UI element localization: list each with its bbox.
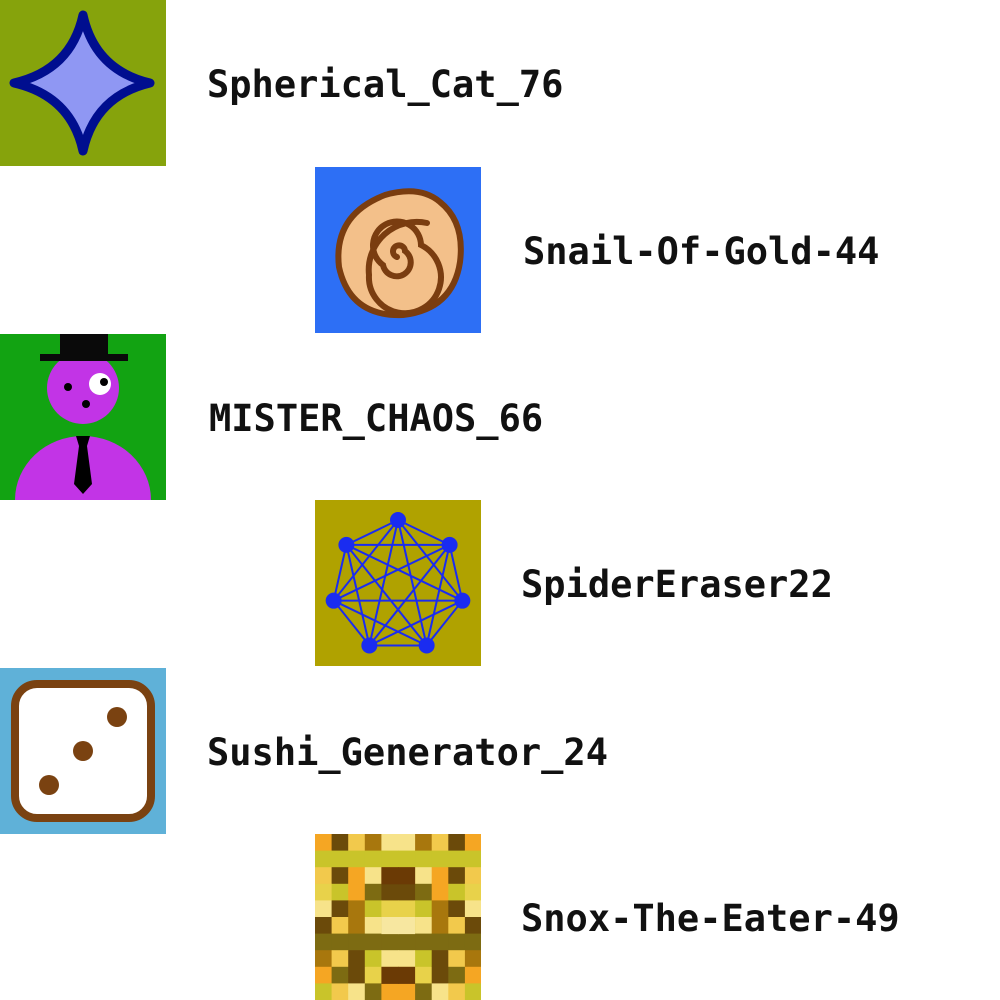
username[interactable]: SpiderEraser22 <box>521 566 833 603</box>
username[interactable]: Snox-The-Eater-49 <box>521 900 900 937</box>
four-point-star-icon[interactable] <box>0 0 166 166</box>
username[interactable]: Spherical_Cat_76 <box>207 66 563 103</box>
user-list: Spherical_Cat_76 Snail-Of-Gold-44 MISTER… <box>0 0 1000 1000</box>
die-three-pips-icon[interactable] <box>0 668 166 834</box>
username[interactable]: MISTER_CHAOS_66 <box>209 400 543 437</box>
pixel-pattern-icon[interactable] <box>315 834 481 1000</box>
snail-shell-spiral-icon[interactable] <box>315 167 481 333</box>
username[interactable]: Snail-Of-Gold-44 <box>523 233 879 270</box>
username[interactable]: Sushi_Generator_24 <box>207 734 608 771</box>
top-hat-gentleman-icon[interactable] <box>0 334 166 500</box>
heptagon-web-icon[interactable] <box>315 500 481 666</box>
